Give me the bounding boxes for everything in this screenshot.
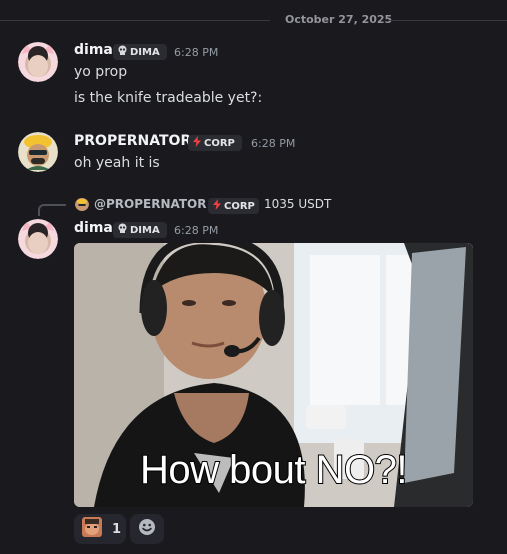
message-line: yo prop: [74, 64, 128, 80]
reply-preview[interactable]: 1035 USDT: [264, 197, 331, 211]
timestamp: 6:28 PM: [174, 224, 219, 237]
message-line: is the knife tradeable yet?:: [74, 90, 263, 106]
date-divider: October 27, 2025: [0, 12, 507, 28]
media-embed[interactable]: How bout NO?!: [74, 243, 473, 507]
reply-mention[interactable]: @PROPERNATOR: [94, 197, 207, 211]
tag-label: DIMA: [130, 46, 160, 58]
author-name[interactable]: dima: [74, 220, 113, 236]
divider-line-right: [388, 20, 507, 21]
user-tag: DIMA: [113, 222, 167, 238]
message-line: oh yeah it is: [74, 155, 160, 171]
avatar-dima[interactable]: [18, 42, 58, 82]
smile-icon: [138, 518, 156, 540]
tag-label: CORP: [204, 137, 235, 149]
face-emoji-icon: [82, 517, 102, 541]
reply-connector: [38, 204, 66, 216]
reaction-count: 1: [112, 521, 122, 537]
reaction-button[interactable]: 1: [74, 514, 126, 544]
user-tag: DIMA: [113, 44, 167, 60]
reply-avatar[interactable]: [75, 197, 89, 211]
tag-label: DIMA: [130, 224, 160, 236]
author-name[interactable]: PROPERNATOR: [74, 133, 191, 149]
timestamp: 6:28 PM: [251, 137, 296, 150]
add-reaction-button[interactable]: [130, 514, 164, 544]
reply-user-tag: CORP: [208, 198, 259, 214]
divider-line-left: [0, 20, 270, 21]
lightning-icon: [212, 199, 222, 213]
skull-icon: [117, 45, 128, 59]
divider-date: October 27, 2025: [285, 13, 393, 26]
avatar-dima[interactable]: [18, 219, 58, 259]
timestamp: 6:28 PM: [174, 46, 219, 59]
avatar-propernator[interactable]: [18, 132, 58, 172]
tag-label: CORP: [224, 200, 255, 212]
skull-icon: [117, 223, 128, 237]
user-tag: CORP: [188, 135, 242, 151]
media-caption: How bout NO?!: [139, 447, 408, 493]
lightning-icon: [192, 136, 202, 150]
author-name[interactable]: dima: [74, 42, 113, 58]
